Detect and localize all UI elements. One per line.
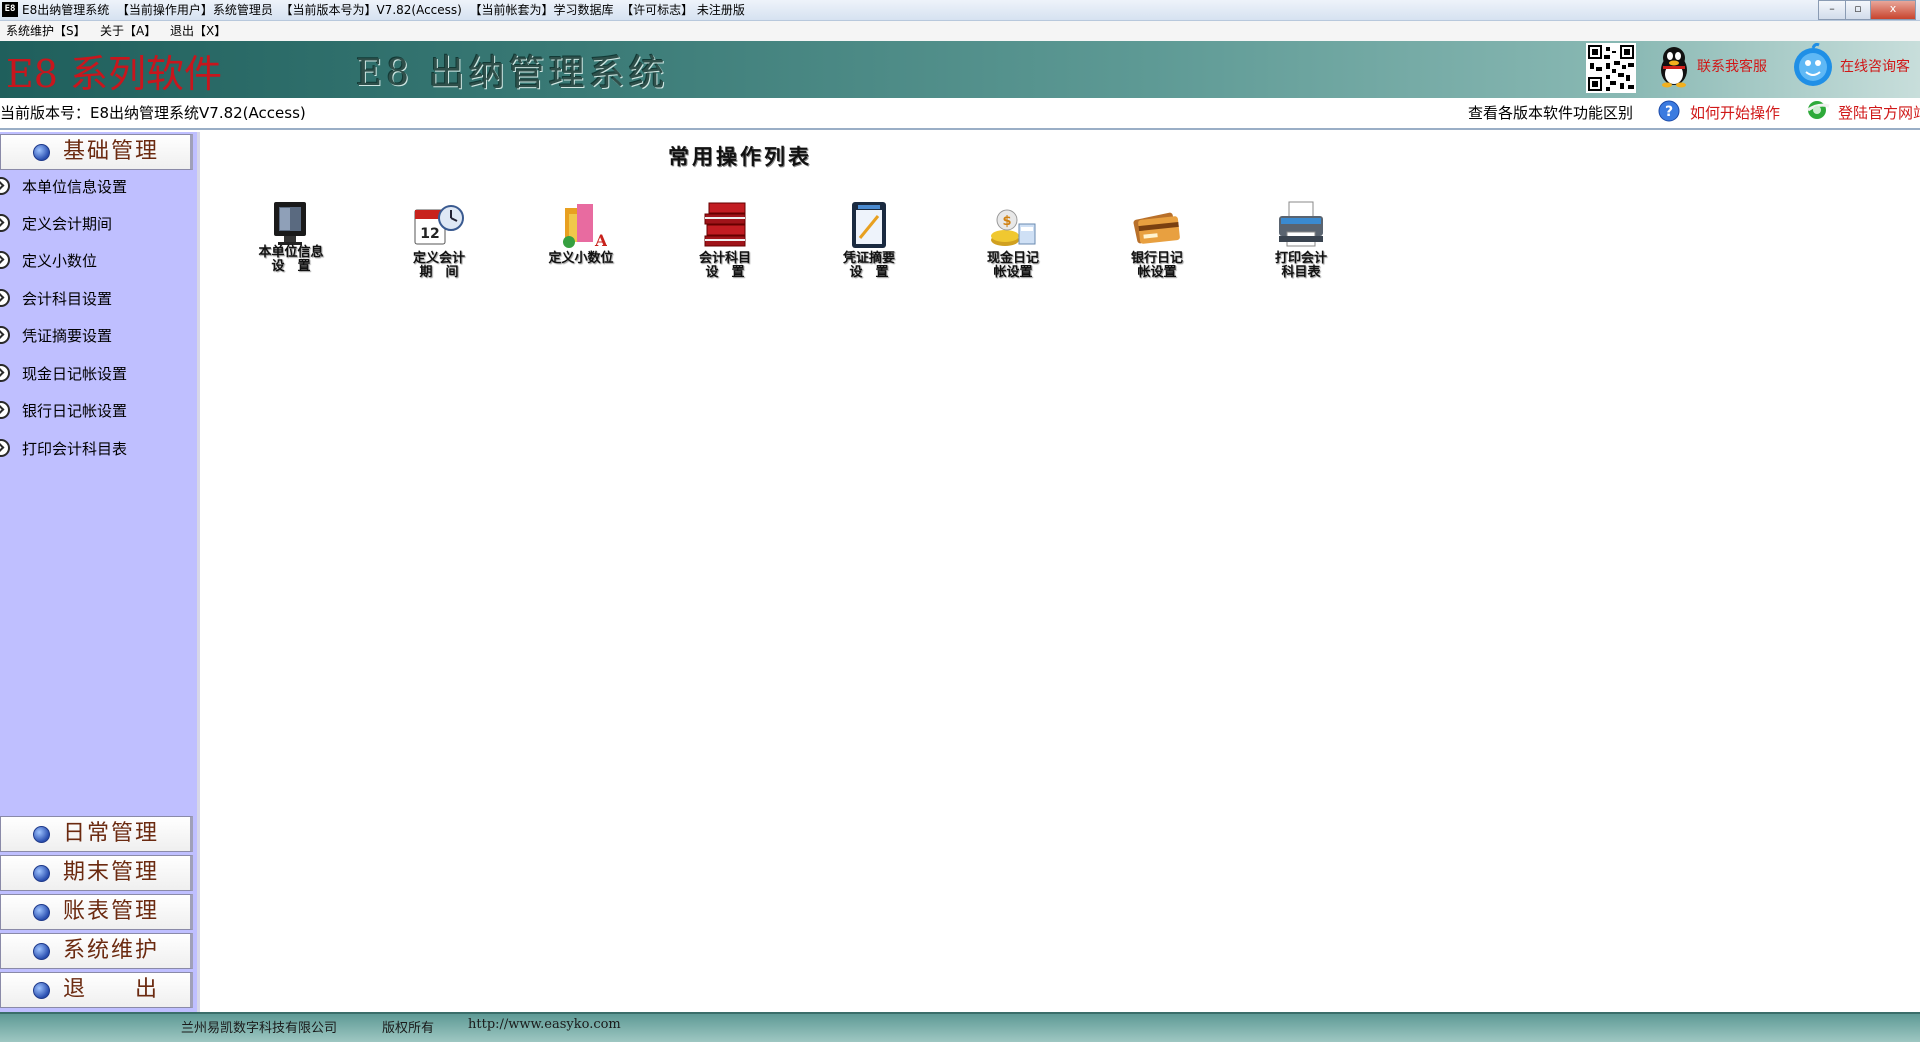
sidebar-item-cash-journal[interactable]: 现金日记帐设置 (0, 359, 190, 389)
help-icon[interactable]: ? (1658, 100, 1680, 122)
restore-button[interactable]: ▫ (1845, 0, 1871, 20)
arrow-circle-icon (0, 251, 10, 269)
svg-text:12: 12 (420, 226, 439, 242)
sidebar-item-print-subjects[interactable]: 打印会计科目表 (0, 434, 190, 464)
how-to-start-link[interactable]: 如何开始操作 (1690, 102, 1780, 123)
sidebar-item-label: 定义小数位 (22, 252, 98, 270)
notepad-icon (852, 202, 886, 248)
section-system-maintenance[interactable]: 系统维护 (0, 933, 193, 969)
website-icon[interactable] (1806, 99, 1830, 121)
section-bullet-icon (33, 865, 50, 882)
monitor-icon (274, 202, 306, 245)
brand-logo-text: E8 系列软件 (6, 52, 222, 96)
sidebar-item-label: 本单位信息设置 (22, 178, 128, 196)
op-label: 本单位信息 设 置 (258, 245, 324, 274)
sidebar-item-label: 定义会计期间 (22, 215, 113, 233)
calendar-clock-icon: 12 (414, 205, 464, 245)
sidebar-item-account-subjects[interactable]: 会计科目设置 (0, 284, 190, 314)
op-label: 定义会计 期 间 (412, 251, 465, 280)
op-define-accounting-period[interactable]: 12 定义会计 期 间 (384, 200, 494, 295)
section-label: 期末管理 (63, 860, 160, 885)
sidebar-item-label: 凭证摘要设置 (22, 327, 113, 345)
section-period-end-management[interactable]: 期末管理 (0, 855, 193, 891)
qq-support-label[interactable]: 联系我客服 (1697, 56, 1767, 76)
coins-icon: $ (991, 209, 1036, 246)
svg-text:A: A (594, 231, 607, 250)
section-label: 日常管理 (63, 821, 160, 846)
section-daily-management[interactable]: 日常管理 (0, 816, 193, 852)
section-label: 基础管理 (63, 139, 160, 164)
qq-penguin-icon[interactable] (1654, 44, 1694, 88)
op-label: 现金日记 帐设置 (986, 251, 1039, 280)
section-label: 系统维护 (63, 938, 160, 963)
qr-code-icon (1586, 43, 1636, 93)
official-website-link[interactable]: 登陆官方网站 (1838, 102, 1920, 123)
system-title: E8 出纳管理系统 (356, 53, 669, 94)
op-account-subject-settings[interactable]: 会计科目 设 置 (670, 200, 780, 295)
op-unit-info-settings[interactable]: 本单位信息 设 置 (236, 200, 346, 295)
menu-exit[interactable]: 退出【X】 (170, 24, 226, 38)
sidebar-item-bank-journal[interactable]: 银行日记帐设置 (0, 396, 190, 426)
books-icon: A (563, 204, 607, 250)
arrow-circle-icon (0, 326, 10, 344)
op-label: 凭证摘要 设 置 (842, 251, 895, 280)
op-define-decimal-places[interactable]: A 定义小数位 (526, 200, 636, 295)
op-voucher-summary-settings[interactable]: 凭证摘要 设 置 (814, 200, 924, 295)
arrow-circle-icon (0, 289, 10, 307)
op-cash-journal-settings[interactable]: $ 现金日记 帐设置 (958, 200, 1068, 295)
op-label: 银行日记 帐设置 (1130, 251, 1183, 280)
printer-icon (1279, 201, 1323, 247)
company-name: 兰州易凯数字科技有限公司 (181, 1021, 338, 1036)
op-print-account-subjects[interactable]: 打印会计 科目表 (1246, 200, 1356, 295)
arrow-circle-icon (0, 401, 10, 419)
arrow-circle-icon (0, 364, 10, 382)
sidebar-item-decimal-places[interactable]: 定义小数位 (0, 246, 190, 276)
section-bullet-icon (33, 982, 50, 999)
arrow-circle-icon (0, 439, 10, 457)
arrow-circle-icon (0, 214, 10, 232)
online-consult-label[interactable]: 在线咨询客 (1840, 56, 1910, 76)
section-bullet-icon (33, 904, 50, 921)
sidebar-item-label: 会计科目设置 (22, 290, 113, 308)
sidebar-item-unit-info[interactable]: 本单位信息设置 (0, 172, 190, 202)
company-url[interactable]: http://www.easyko.com (468, 1017, 621, 1032)
op-label: 会计科目 设 置 (698, 251, 751, 280)
section-basic-management[interactable]: 基础管理 (0, 134, 193, 170)
copyright-text: 版权所有 (382, 1021, 435, 1036)
section-exit[interactable]: 退 出 (0, 972, 193, 1008)
section-label: 账表管理 (63, 899, 160, 924)
current-version-text: 当前版本号：E8出纳管理系统V7.82(Access) (0, 104, 306, 122)
online-chat-icon[interactable] (1791, 42, 1835, 89)
sidebar-item-label: 打印会计科目表 (22, 440, 128, 458)
section-bullet-icon (33, 943, 50, 960)
section-bullet-icon (33, 144, 50, 161)
app-icon: E8 (2, 2, 18, 17)
arrow-circle-icon (0, 177, 10, 195)
op-label: 打印会计 科目表 (1274, 251, 1327, 280)
window-title: E8出纳管理系统 【当前操作用户】系统管理员 【当前版本号为】V7.82(Acc… (22, 3, 745, 17)
menu-system-maintenance[interactable]: 系统维护【S】 (6, 24, 86, 38)
section-bullet-icon (33, 826, 50, 843)
svg-text:$: $ (1002, 214, 1011, 229)
op-bank-journal-settings[interactable]: 银行日记 帐设置 (1102, 200, 1212, 295)
menu-about[interactable]: 关于【A】 (100, 24, 156, 38)
sidebar-item-label: 银行日记帐设置 (22, 402, 128, 420)
op-label: 定义小数位 (548, 251, 614, 266)
svg-text:?: ? (1665, 104, 1673, 120)
sidebar-item-voucher-summary[interactable]: 凭证摘要设置 (0, 321, 190, 351)
menu-bar (0, 21, 1920, 41)
version-compare-link[interactable]: 查看各版本软件功能区别 (1468, 103, 1633, 123)
minimize-button[interactable]: – (1818, 0, 1846, 20)
close-button[interactable]: x (1870, 0, 1916, 20)
section-label: 退 出 (63, 977, 160, 1002)
section-reports-management[interactable]: 账表管理 (0, 894, 193, 930)
sidebar-item-label: 现金日记帐设置 (22, 365, 128, 383)
red-books-icon (704, 202, 746, 247)
page-title: 常用操作列表 (668, 144, 812, 169)
sidebar-item-accounting-period[interactable]: 定义会计期间 (0, 209, 190, 239)
bank-cards-icon (1133, 212, 1180, 244)
